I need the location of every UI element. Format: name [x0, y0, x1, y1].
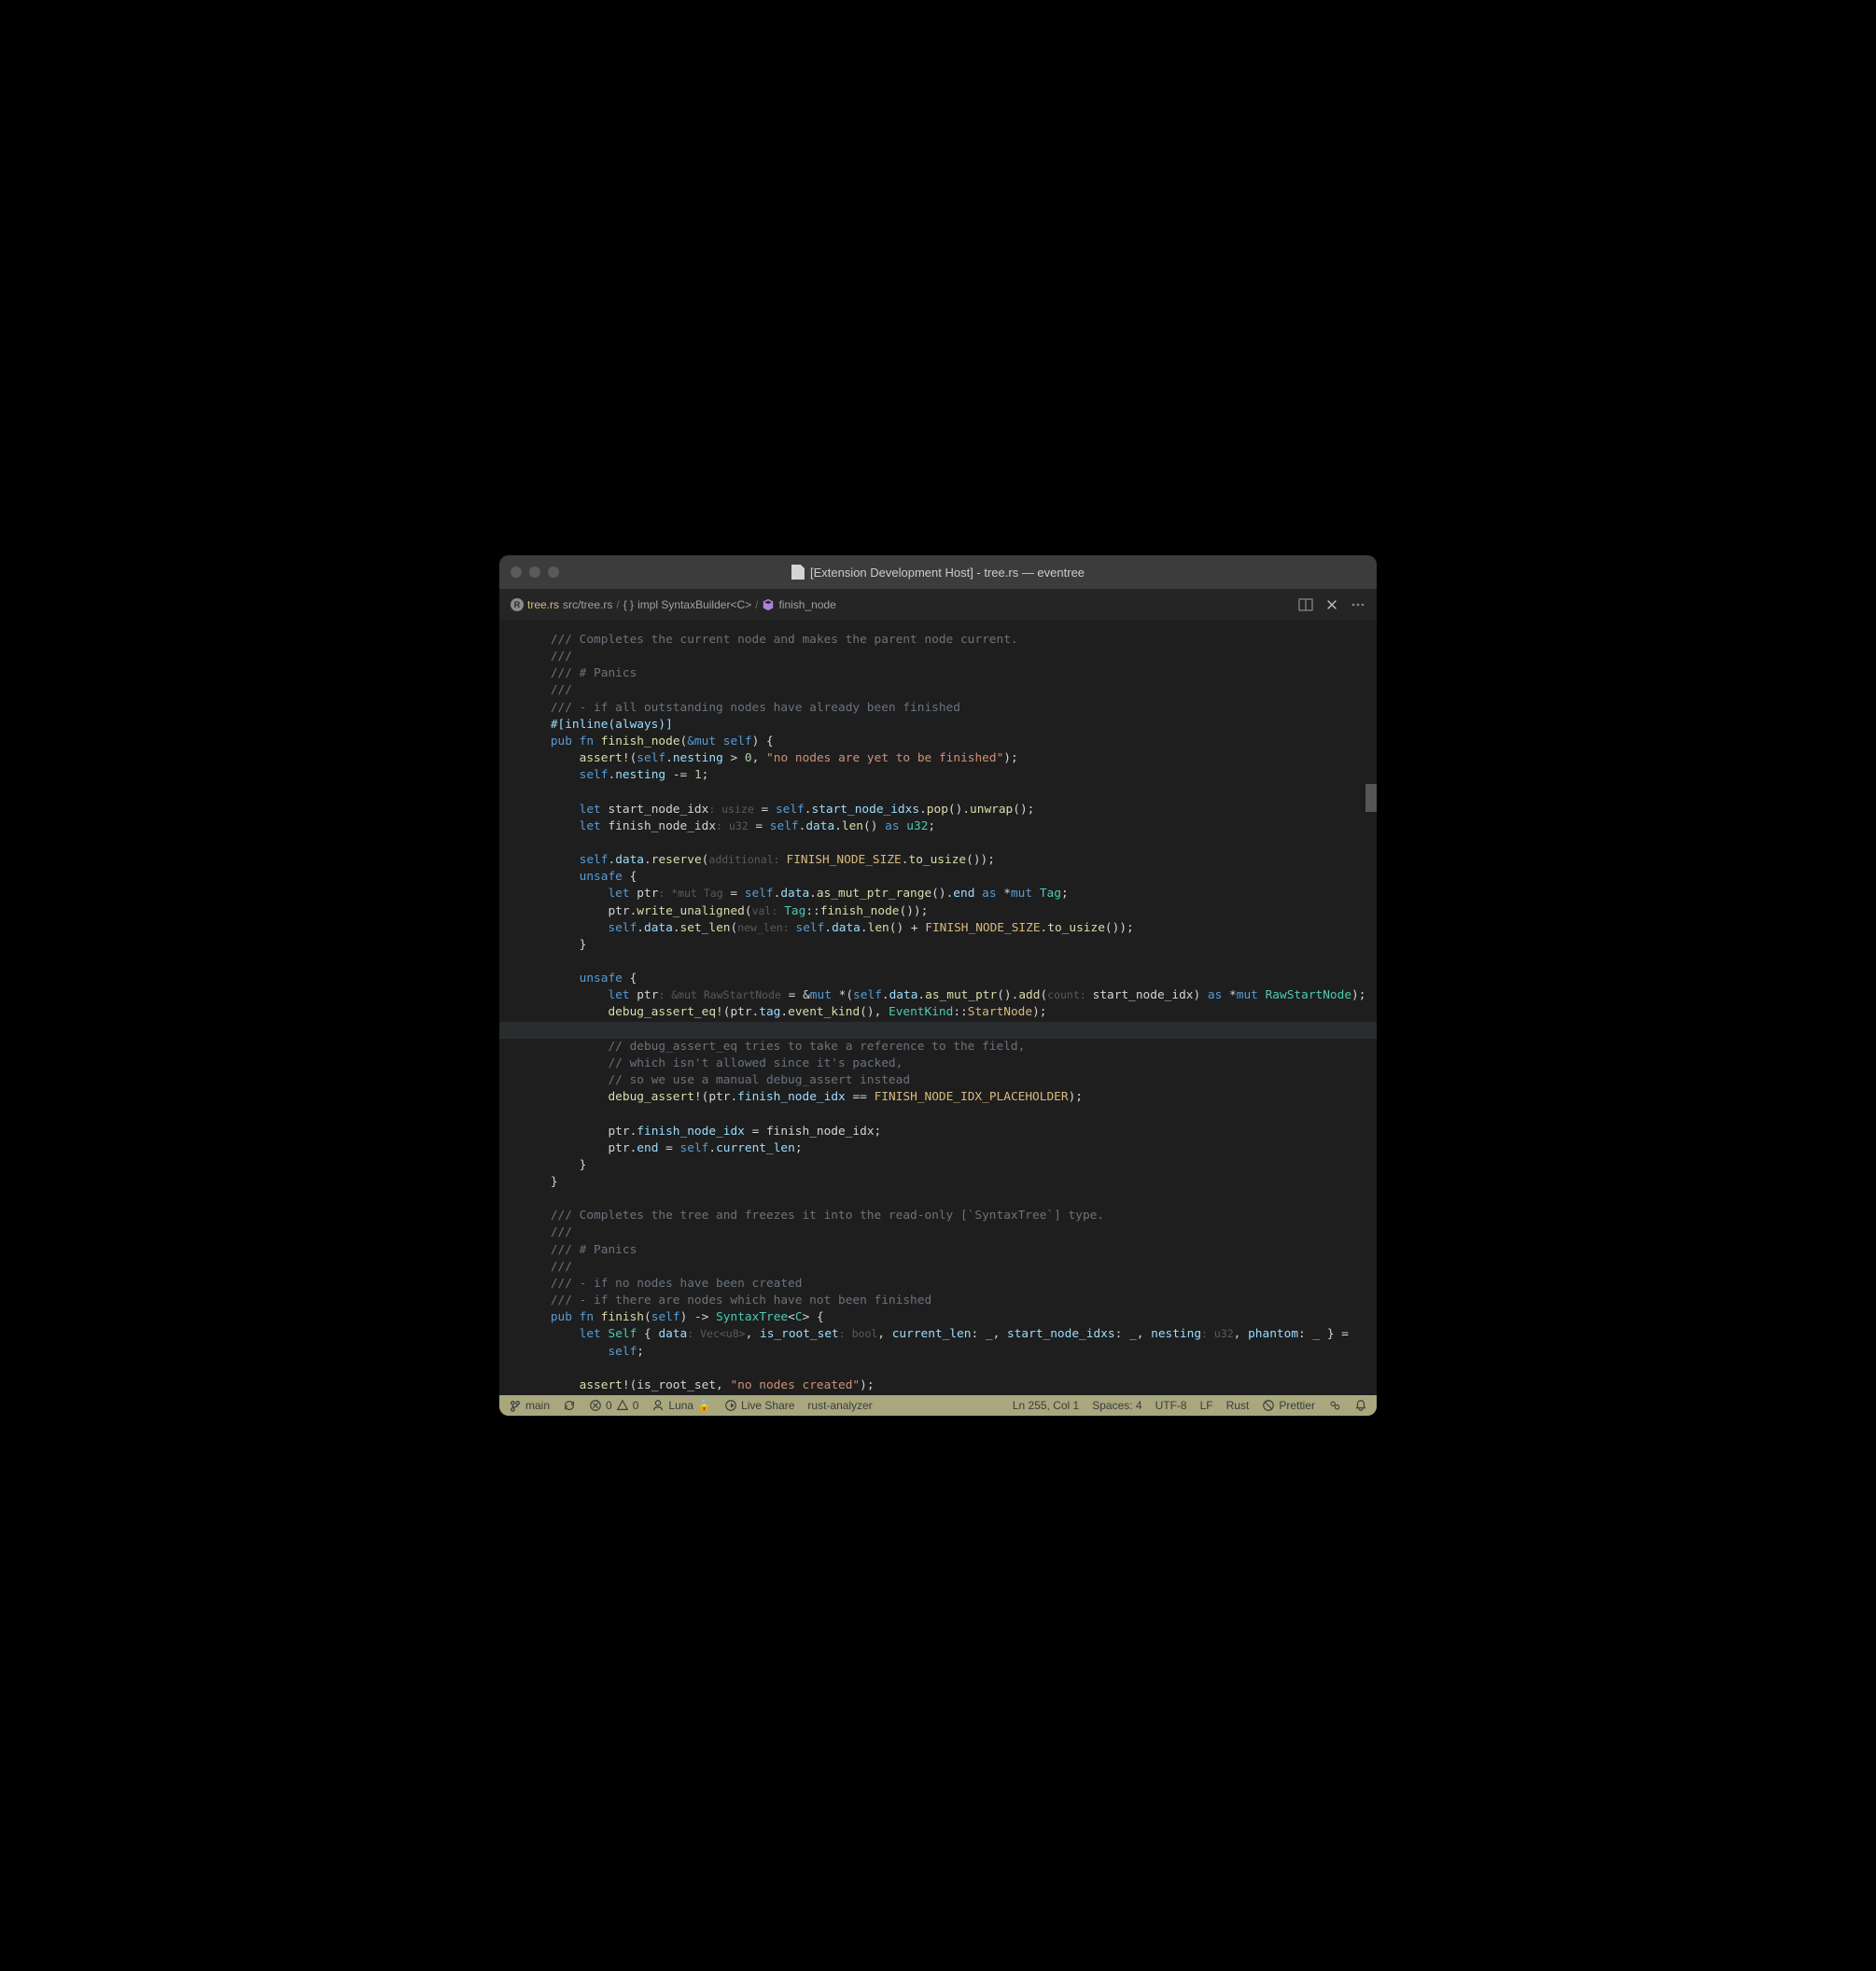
editor[interactable]: /// Completes the current node and makes… — [499, 621, 1377, 1395]
braces-icon: { } — [623, 598, 634, 611]
prettier-label: Prettier — [1279, 1399, 1315, 1412]
feedback-icon[interactable] — [1328, 1399, 1341, 1412]
statusbar: main 0 0 Luna 🔒 Live Share rust-analyzer — [499, 1395, 1377, 1416]
warnings-count: 0 — [633, 1399, 639, 1412]
luna-status[interactable]: Luna 🔒 — [651, 1399, 711, 1412]
traffic-lights — [511, 566, 559, 578]
prettier[interactable]: Prettier — [1262, 1399, 1315, 1412]
vscode-window: [Extension Development Host] - tree.rs —… — [499, 555, 1377, 1416]
more-icon[interactable] — [1351, 597, 1365, 612]
close-icon[interactable] — [1324, 597, 1339, 612]
luna-label: Luna — [668, 1399, 693, 1412]
breadcrumb-symbol[interactable]: finish_node — [778, 598, 835, 611]
rust-analyzer[interactable]: rust-analyzer — [807, 1399, 872, 1412]
analyzer-label: rust-analyzer — [807, 1399, 872, 1412]
zoom-window-icon[interactable] — [548, 566, 559, 578]
tab-actions — [1298, 597, 1365, 612]
liveshare[interactable]: Live Share — [724, 1399, 794, 1412]
liveshare-label: Live Share — [741, 1399, 794, 1412]
cursor-position[interactable]: Ln 255, Col 1 — [1013, 1399, 1079, 1412]
split-editor-icon[interactable] — [1298, 597, 1313, 612]
breadcrumb-scope[interactable]: impl SyntaxBuilder<C> — [637, 598, 751, 611]
lock-icon: 🔒 — [697, 1399, 711, 1412]
eol[interactable]: LF — [1200, 1399, 1213, 1412]
sync-icon[interactable] — [563, 1399, 576, 1412]
encoding[interactable]: UTF-8 — [1155, 1399, 1187, 1412]
git-branch[interactable]: main — [509, 1399, 550, 1412]
problems[interactable]: 0 0 — [589, 1399, 638, 1412]
window-title: [Extension Development Host] - tree.rs —… — [499, 565, 1377, 580]
window-title-text: [Extension Development Host] - tree.rs —… — [810, 566, 1085, 580]
breadcrumb-sep: / — [616, 598, 619, 611]
minimize-window-icon[interactable] — [529, 566, 540, 578]
rust-icon: R — [511, 598, 524, 611]
breadcrumb-file[interactable]: tree.rs — [527, 598, 559, 611]
language-mode[interactable]: Rust — [1226, 1399, 1250, 1412]
method-icon — [762, 598, 775, 611]
breadcrumbs[interactable]: R tree.rs src/tree.rs / { } impl SyntaxB… — [511, 598, 836, 611]
breadcrumb-sep: / — [755, 598, 758, 611]
titlebar[interactable]: [Extension Development Host] - tree.rs —… — [499, 555, 1377, 589]
errors-count: 0 — [606, 1399, 612, 1412]
scrollbar-thumb[interactable] — [1365, 784, 1377, 812]
bell-icon[interactable] — [1354, 1399, 1367, 1412]
indentation[interactable]: Spaces: 4 — [1092, 1399, 1141, 1412]
tab-bar: R tree.rs src/tree.rs / { } impl SyntaxB… — [499, 589, 1377, 621]
close-window-icon[interactable] — [511, 566, 522, 578]
breadcrumb-path[interactable]: src/tree.rs — [563, 598, 612, 611]
branch-name: main — [525, 1399, 550, 1412]
file-icon — [791, 565, 805, 580]
